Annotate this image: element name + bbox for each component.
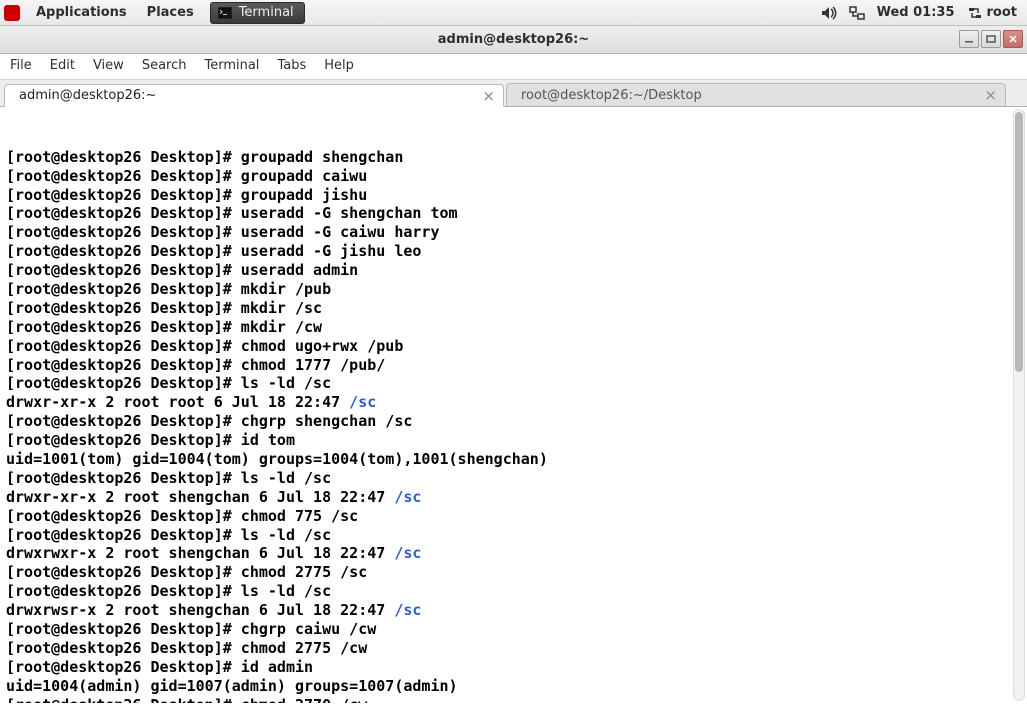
terminal-icon: [217, 5, 233, 21]
terminal-line: [root@desktop26 Desktop]# chmod 2775 /cw: [6, 639, 1021, 658]
minimize-button[interactable]: [959, 30, 979, 48]
tab-admin-desktop26[interactable]: admin@desktop26:~ ×: [4, 84, 504, 107]
vertical-scrollbar[interactable]: [1013, 109, 1025, 701]
terminal-line: [root@desktop26 Desktop]# useradd -G cai…: [6, 223, 1021, 242]
terminal-line: [root@desktop26 Desktop]# chgrp shengcha…: [6, 412, 1021, 431]
terminal-line: [root@desktop26 Desktop]# groupadd jishu: [6, 186, 1021, 205]
gnome-top-panel: Applications Places Terminal Wed 01:35 r…: [0, 0, 1027, 26]
tab-root-desktop26-desktop[interactable]: root@desktop26:~/Desktop ×: [506, 83, 1006, 106]
terminal-line: uid=1004(admin) gid=1007(admin) groups=1…: [6, 677, 1021, 696]
menu-terminal[interactable]: Terminal: [204, 58, 259, 73]
menu-file[interactable]: File: [10, 58, 32, 73]
terminal-menubar: File Edit View Search Terminal Tabs Help: [0, 54, 1027, 79]
taskbar-terminal-button[interactable]: Terminal: [210, 2, 305, 24]
terminal-tabs: admin@desktop26:~ × root@desktop26:~/Des…: [0, 79, 1027, 107]
scrollbar-thumb[interactable]: [1015, 112, 1023, 372]
volume-icon[interactable]: [821, 5, 837, 21]
terminal-line: [root@desktop26 Desktop]# useradd admin: [6, 261, 1021, 280]
terminal-line: [root@desktop26 Desktop]# ls -ld /sc: [6, 374, 1021, 393]
terminal-line: [root@desktop26 Desktop]# ls -ld /sc: [6, 469, 1021, 488]
terminal-line: [root@desktop26 Desktop]# id tom: [6, 431, 1021, 450]
taskbar-terminal-label: Terminal: [239, 5, 294, 20]
terminal-line: [root@desktop26 Desktop]# mkdir /sc: [6, 299, 1021, 318]
tab-close-icon[interactable]: ×: [482, 87, 495, 105]
terminal-line: [root@desktop26 Desktop]# useradd -G jis…: [6, 242, 1021, 261]
distro-logo-icon: [4, 5, 20, 21]
menu-help[interactable]: Help: [324, 58, 354, 73]
terminal-line: [root@desktop26 Desktop]# groupadd sheng…: [6, 148, 1021, 167]
terminal-line: [root@desktop26 Desktop]# mkdir /pub: [6, 280, 1021, 299]
tab-close-icon[interactable]: ×: [984, 86, 997, 104]
terminal-line: [root@desktop26 Desktop]# chmod 2770 /cw: [6, 696, 1021, 703]
tab-label: root@desktop26:~/Desktop: [521, 88, 702, 103]
user-menu[interactable]: root: [967, 5, 1018, 21]
terminal-line: drwxrwxr-x 2 root shengchan 6 Jul 18 22:…: [6, 544, 1021, 563]
places-menu[interactable]: Places: [143, 3, 198, 22]
menu-edit[interactable]: Edit: [50, 58, 75, 73]
menu-tabs[interactable]: Tabs: [277, 58, 306, 73]
terminal-line: [root@desktop26 Desktop]# chmod 1777 /pu…: [6, 356, 1021, 375]
terminal-line: [root@desktop26 Desktop]# groupadd caiwu: [6, 167, 1021, 186]
menu-view[interactable]: View: [93, 58, 124, 73]
terminal-output[interactable]: [root@desktop26 Desktop]# groupadd sheng…: [0, 107, 1027, 703]
terminal-line: [root@desktop26 Desktop]# chmod ugo+rwx …: [6, 337, 1021, 356]
applications-menu[interactable]: Applications: [32, 3, 131, 22]
tab-label: admin@desktop26:~: [19, 88, 156, 103]
terminal-line: [root@desktop26 Desktop]# ls -ld /sc: [6, 582, 1021, 601]
menu-search[interactable]: Search: [142, 58, 187, 73]
terminal-line: [root@desktop26 Desktop]# useradd -G she…: [6, 204, 1021, 223]
terminal-line: [root@desktop26 Desktop]# id admin: [6, 658, 1021, 677]
window-titlebar[interactable]: admin@desktop26:~: [0, 26, 1027, 54]
network-icon[interactable]: [849, 5, 865, 21]
close-button[interactable]: [1003, 30, 1023, 48]
terminal-line: [root@desktop26 Desktop]# chgrp caiwu /c…: [6, 620, 1021, 639]
terminal-line: drwxrwsr-x 2 root shengchan 6 Jul 18 22:…: [6, 601, 1021, 620]
terminal-line: [root@desktop26 Desktop]# mkdir /cw: [6, 318, 1021, 337]
terminal-line: drwxr-xr-x 2 root shengchan 6 Jul 18 22:…: [6, 488, 1021, 507]
window-title: admin@desktop26:~: [438, 32, 589, 47]
maximize-button[interactable]: [981, 30, 1001, 48]
clock-label[interactable]: Wed 01:35: [877, 5, 955, 20]
user-label: root: [987, 5, 1018, 20]
terminal-line: [root@desktop26 Desktop]# chmod 775 /sc: [6, 507, 1021, 526]
terminal-line: uid=1001(tom) gid=1004(tom) groups=1004(…: [6, 450, 1021, 469]
terminal-line: drwxr-xr-x 2 root root 6 Jul 18 22:47 /s…: [6, 393, 1021, 412]
terminal-line: [root@desktop26 Desktop]# ls -ld /sc: [6, 526, 1021, 545]
terminal-line: [root@desktop26 Desktop]# chmod 2775 /sc: [6, 563, 1021, 582]
user-switch-icon: [967, 5, 983, 21]
